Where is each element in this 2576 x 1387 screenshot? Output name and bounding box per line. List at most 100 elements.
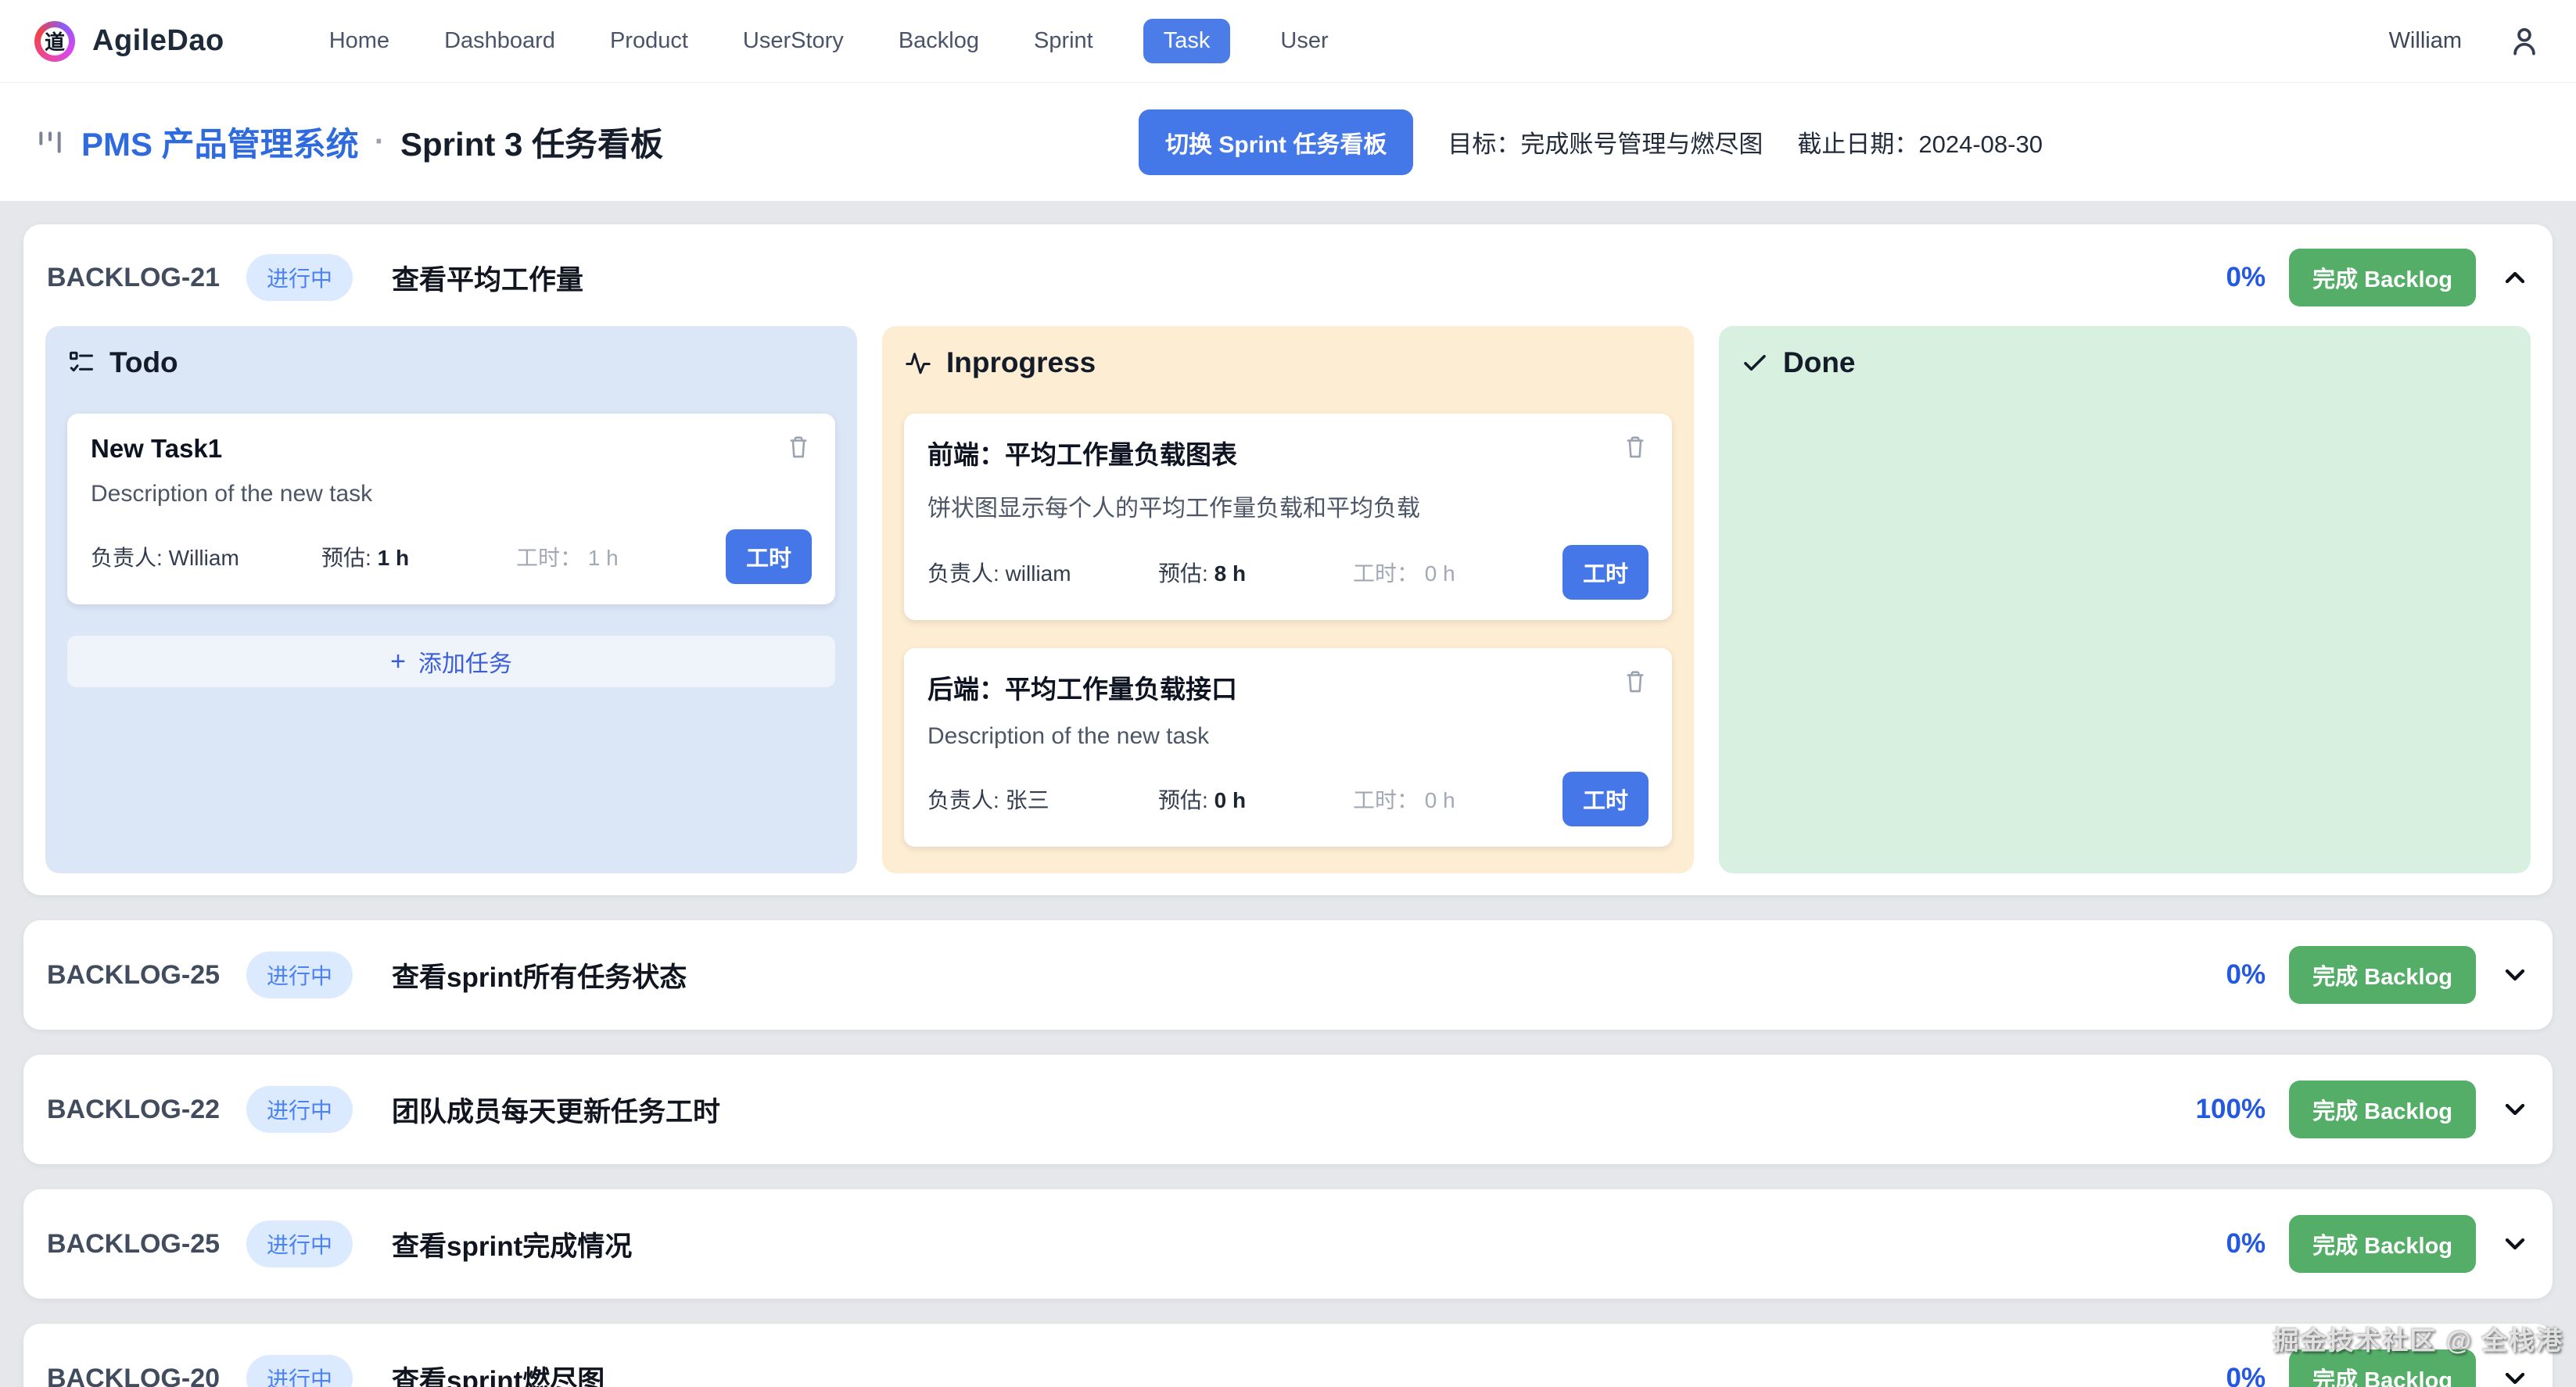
column-inprogress: Inprogress 前端：平均工作量负载图表 饼状图显示每个人的平均工作量负载…	[882, 326, 1694, 873]
complete-backlog-button[interactable]: 完成 Backlog	[2289, 249, 2476, 306]
task-hours: 工时： 1 h	[516, 541, 726, 572]
task-estimate: 预估: 1 h	[321, 541, 516, 572]
status-badge: 进行中	[246, 952, 353, 998]
chevron-down-icon[interactable]	[2499, 1363, 2531, 1387]
task-estimate: 预估: 8 h	[1158, 557, 1353, 588]
task-estimate: 预估: 0 h	[1158, 783, 1353, 815]
progress-value: 0%	[2226, 1363, 2266, 1387]
backlog-list: BACKLOG-21 进行中 查看平均工作量 0% 完成 Backlog Tod…	[0, 201, 2576, 1387]
task-description: Description of the new task	[91, 481, 812, 507]
switch-sprint-board-button[interactable]: 切换 Sprint 任务看板	[1139, 109, 1413, 175]
task-description: Description of the new task	[927, 723, 1649, 750]
task-card[interactable]: 前端：平均工作量负载图表 饼状图显示每个人的平均工作量负载和平均负载 负责人: …	[904, 414, 1672, 620]
current-username: William	[2389, 28, 2462, 54]
brand-logo-icon: 道	[34, 21, 75, 62]
page-title: Sprint 3 任务看板	[400, 118, 663, 166]
task-description: 饼状图显示每个人的平均工作量负载和平均负载	[927, 489, 1649, 523]
nav-item-backlog[interactable]: Backlog	[894, 19, 984, 63]
backlog-id: BACKLOG-25	[47, 1229, 220, 1260]
nav-item-product[interactable]: Product	[605, 19, 693, 63]
nav-item-home[interactable]: Home	[325, 19, 394, 63]
backlog-row[interactable]: BACKLOG-25 进行中 查看sprint完成情况 0% 完成 Backlo…	[23, 1189, 2553, 1299]
backlog-title: 查看sprint所有任务状态	[392, 955, 687, 995]
nav-item-dashboard[interactable]: Dashboard	[439, 19, 560, 63]
trash-icon[interactable]	[1622, 434, 1649, 461]
column-title: Inprogress	[946, 346, 1096, 379]
brand-name: AgileDao	[92, 24, 224, 58]
task-card[interactable]: New Task1 Description of the new task 负责…	[67, 414, 835, 604]
task-hours: 工时： 0 h	[1353, 557, 1562, 588]
project-title[interactable]: PMS 产品管理系统	[81, 118, 359, 166]
task-title: 后端：平均工作量负载接口	[927, 668, 1237, 706]
top-navbar: 道 AgileDao Home Dashboard Product UserSt…	[0, 0, 2576, 83]
nav-item-user[interactable]: User	[1275, 19, 1333, 63]
chevron-down-icon[interactable]	[2499, 1094, 2531, 1125]
chevron-down-icon[interactable]	[2499, 959, 2531, 991]
nav-right: William	[2389, 24, 2542, 59]
title-separator: ·	[375, 124, 385, 159]
backlog-title: 团队成员每天更新任务工时	[392, 1090, 720, 1130]
progress-value: 100%	[2196, 1094, 2266, 1125]
task-title: 前端：平均工作量负载图表	[927, 434, 1237, 471]
plus-icon: +	[390, 648, 406, 675]
brand-logo-char: 道	[41, 27, 69, 56]
status-badge: 进行中	[246, 254, 353, 301]
backlog-id: BACKLOG-25	[47, 960, 220, 991]
complete-backlog-button[interactable]: 完成 Backlog	[2289, 1215, 2476, 1273]
task-owner: 负责人: 张三	[927, 783, 1158, 815]
column-title: Done	[1783, 346, 1856, 379]
kanban-columns: Todo New Task1 Description of the new ta…	[45, 326, 2531, 873]
nav-item-userstory[interactable]: UserStory	[738, 19, 849, 63]
complete-backlog-button[interactable]: 完成 Backlog	[2289, 1349, 2476, 1387]
brand[interactable]: 道 AgileDao	[34, 21, 224, 62]
column-todo-header: Todo	[67, 346, 835, 379]
log-hours-button[interactable]: 工时	[1562, 545, 1649, 600]
column-todo: Todo New Task1 Description of the new ta…	[45, 326, 857, 873]
task-title: New Task1	[91, 434, 222, 464]
log-hours-button[interactable]: 工时	[1562, 772, 1649, 826]
kanban-board-icon	[34, 127, 66, 158]
status-badge: 进行中	[246, 1220, 353, 1267]
complete-backlog-button[interactable]: 完成 Backlog	[2289, 946, 2476, 1004]
check-icon	[1741, 349, 1769, 377]
column-done-header: Done	[1741, 346, 2509, 379]
checklist-icon	[67, 349, 95, 377]
sprint-goal-text: 目标：完成账号管理与燃尽图	[1448, 124, 1763, 159]
chevron-down-icon[interactable]	[2499, 1228, 2531, 1260]
task-owner: 负责人: William	[91, 541, 321, 572]
task-card[interactable]: 后端：平均工作量负载接口 Description of the new task…	[904, 648, 1672, 847]
complete-backlog-button[interactable]: 完成 Backlog	[2289, 1081, 2476, 1138]
column-done: Done	[1719, 326, 2531, 873]
backlog-row[interactable]: BACKLOG-20 进行中 查看sprint燃尽图 0% 完成 Backlog	[23, 1324, 2553, 1387]
backlog-row-expanded: BACKLOG-21 进行中 查看平均工作量 0% 完成 Backlog Tod…	[23, 224, 2553, 895]
nav-item-task[interactable]: Task	[1143, 19, 1231, 63]
status-badge: 进行中	[246, 1355, 353, 1387]
sprint-deadline-text: 截止日期：2024-08-30	[1797, 124, 2043, 159]
backlog-id: BACKLOG-22	[47, 1095, 220, 1125]
task-hours: 工时： 0 h	[1353, 783, 1562, 815]
chevron-up-icon[interactable]	[2499, 262, 2531, 293]
progress-value: 0%	[2226, 1228, 2266, 1260]
log-hours-button[interactable]: 工时	[726, 529, 812, 584]
backlog-row-header[interactable]: BACKLOG-21 进行中 查看平均工作量 0% 完成 Backlog	[45, 245, 2531, 310]
add-task-button[interactable]: + 添加任务	[67, 636, 835, 687]
backlog-row[interactable]: BACKLOG-25 进行中 查看sprint所有任务状态 0% 完成 Back…	[23, 920, 2553, 1030]
task-owner: 负责人: william	[927, 557, 1158, 588]
main-nav: Home Dashboard Product UserStory Backlog…	[325, 19, 1333, 63]
backlog-title: 查看sprint完成情况	[392, 1224, 632, 1264]
backlog-title: 查看sprint燃尽图	[392, 1359, 605, 1387]
page-header: PMS 产品管理系统 · Sprint 3 任务看板 切换 Sprint 任务看…	[0, 83, 2576, 201]
progress-value: 0%	[2226, 959, 2266, 991]
backlog-id: BACKLOG-20	[47, 1364, 220, 1387]
pulse-icon	[904, 349, 932, 377]
status-badge: 进行中	[246, 1086, 353, 1133]
backlog-row[interactable]: BACKLOG-22 进行中 团队成员每天更新任务工时 100% 完成 Back…	[23, 1055, 2553, 1164]
trash-icon[interactable]	[785, 434, 812, 461]
user-icon[interactable]	[2507, 24, 2542, 59]
backlog-title: 查看平均工作量	[392, 258, 583, 298]
column-inprogress-header: Inprogress	[904, 346, 1672, 379]
progress-value: 0%	[2226, 262, 2266, 293]
column-title: Todo	[109, 346, 178, 379]
nav-item-sprint[interactable]: Sprint	[1029, 19, 1098, 63]
trash-icon[interactable]	[1622, 668, 1649, 695]
